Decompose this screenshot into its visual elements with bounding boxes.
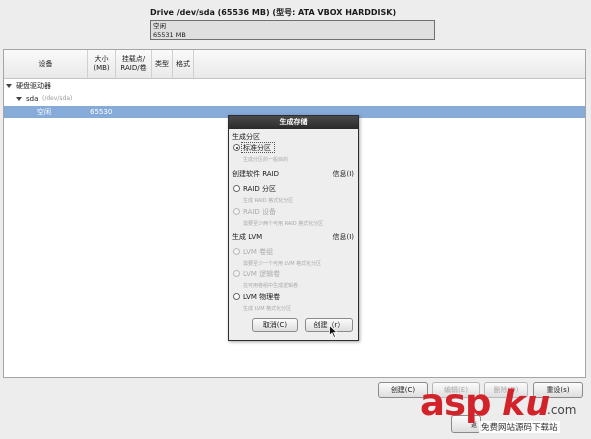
lvm-lv-radio[interactable] xyxy=(233,270,240,277)
std-partition-radio[interactable] xyxy=(233,144,240,151)
tree-row-hard-drives[interactable]: 硬盘驱动器 xyxy=(4,80,585,92)
group-label: 硬盘驱动器 xyxy=(16,82,51,90)
tree-row-disk[interactable]: sda (/dev/sda) xyxy=(4,93,585,105)
lvm-lv-label[interactable]: LVM 逻辑卷 xyxy=(243,269,280,279)
disk-path: (/dev/sda) xyxy=(42,95,73,102)
free-device: 空闲 xyxy=(37,108,51,116)
std-partition-label[interactable]: 标准分区 xyxy=(243,143,271,153)
lvm-lv-hint: 在可用卷组中生成逻辑卷 xyxy=(243,283,299,289)
raid-device-label[interactable]: RAID 设备 xyxy=(243,207,276,217)
raid-info-link[interactable]: 信息(I) xyxy=(332,169,354,179)
raid-partition-hint: 生成 RAID 格式化分区 xyxy=(243,198,294,204)
lvm-pv-hint: 生成 LVM 格式化分区 xyxy=(243,306,292,312)
watermark-subtitle: 免费网站源码下载站 xyxy=(479,421,560,433)
drive-usage-bar: 空闲 65531 MB xyxy=(150,20,435,40)
raid-device-hint: 需要至少两个可用 RAID 格式化分区 xyxy=(243,221,324,227)
lvm-vg-radio[interactable] xyxy=(233,248,240,255)
lvm-vg-label[interactable]: LVM 卷组 xyxy=(243,247,273,257)
watermark-logo-com: .com xyxy=(547,403,577,417)
lvm-pv-label[interactable]: LVM 物理卷 xyxy=(243,292,280,302)
mouse-pointer-icon xyxy=(329,325,338,338)
column-header-format[interactable]: 格式 xyxy=(173,50,194,79)
dialog-title: 生成存储 xyxy=(229,116,358,129)
section-lvm: 生成 LVM xyxy=(232,233,263,241)
expander-down-icon[interactable] xyxy=(16,97,22,101)
section-partition: 生成分区 xyxy=(232,133,260,141)
free-space-segment[interactable]: 空闲 65531 MB xyxy=(151,21,434,39)
segment-label: 空闲 xyxy=(153,22,166,30)
lvm-pv-radio[interactable] xyxy=(233,293,240,300)
raid-device-radio[interactable] xyxy=(233,208,240,215)
column-header-size[interactable]: 大小 (MB) xyxy=(88,50,116,79)
expander-down-icon[interactable] xyxy=(6,84,12,88)
create-storage-dialog: 生成存储 生成分区 标准分区 生成分区的一般目的 创建软件 RAID 信息(I)… xyxy=(228,115,359,341)
free-size: 65530 xyxy=(90,108,113,116)
lvm-vg-hint: 需要至少一个可用 LVM 格式化分区 xyxy=(243,261,322,267)
raid-partition-label[interactable]: RAID 分区 xyxy=(243,184,276,194)
watermark-logo-ku: ku xyxy=(502,384,551,424)
disk-name: sda xyxy=(26,95,39,103)
column-header-type[interactable]: 类型 xyxy=(152,50,173,79)
lvm-info-link[interactable]: 信息(I) xyxy=(332,232,354,242)
column-header-filler xyxy=(194,50,585,79)
column-header-mount[interactable]: 挂载点/ RAID/卷 xyxy=(116,50,152,79)
std-partition-hint: 生成分区的一般目的 xyxy=(243,157,289,163)
segment-size: 65531 MB xyxy=(153,30,186,39)
raid-partition-radio[interactable] xyxy=(233,185,240,192)
dialog-cancel-button[interactable]: 取消(C) xyxy=(252,318,298,332)
section-raid: 创建软件 RAID xyxy=(232,170,280,178)
drive-title: Drive /dev/sda (65536 MB) (型号: ATA VBOX … xyxy=(150,8,397,17)
watermark-logo-asp: asp xyxy=(420,381,491,424)
column-header-device[interactable]: 设备 xyxy=(4,50,88,79)
